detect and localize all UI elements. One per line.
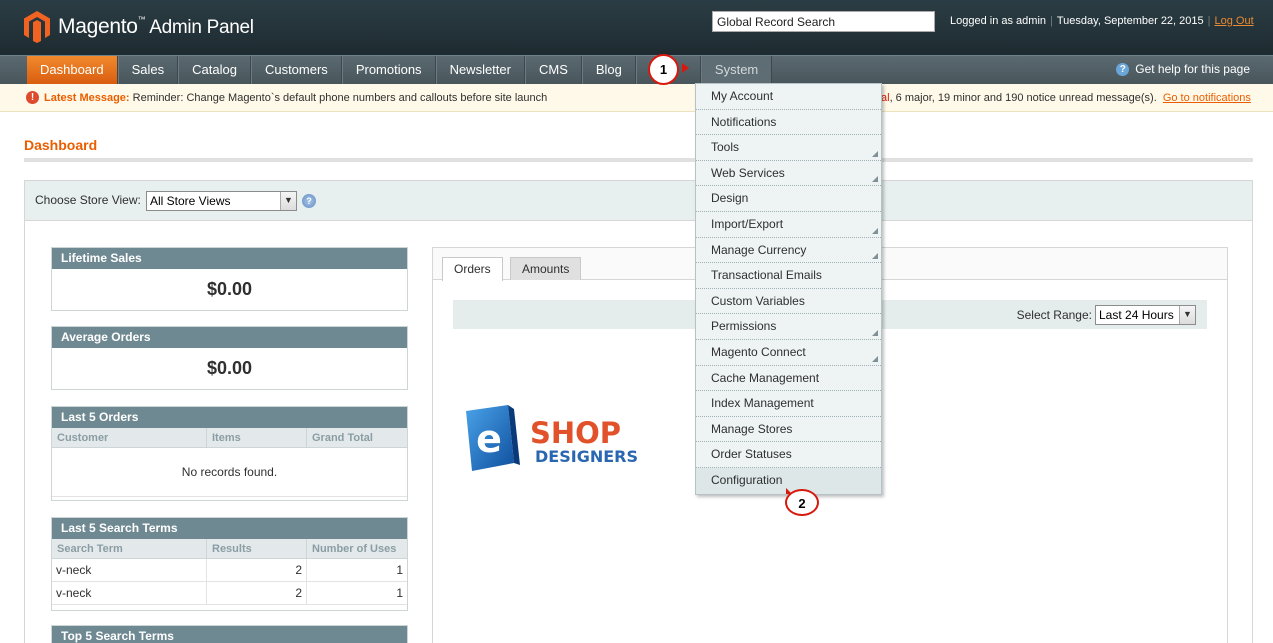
range-select[interactable]: Last 24 Hours ▼	[1095, 305, 1196, 325]
table-row[interactable]: v-neck 2 1	[52, 559, 407, 582]
callout-pointer-icon	[682, 63, 689, 73]
nav-sales[interactable]: Sales	[117, 56, 179, 84]
menu-item-magento-connect[interactable]: Magento Connect	[696, 340, 881, 366]
magento-logo[interactable]: Magento™ Admin Panel	[24, 11, 254, 43]
grid-header: Customer Items Grand Total	[52, 428, 407, 448]
widget-title: Last 5 Orders	[52, 407, 407, 428]
header: Magento™ Admin Panel Logged in as admin|…	[0, 0, 1273, 55]
menu-item-web-services[interactable]: Web Services	[696, 161, 881, 187]
info-icon[interactable]: ?	[302, 194, 316, 208]
header-date: Tuesday, September 22, 2015	[1056, 15, 1204, 27]
nav-blog[interactable]: Blog	[581, 56, 636, 84]
store-view-select[interactable]: All Store Views ▼	[146, 191, 297, 211]
svg-text:e: e	[476, 417, 502, 461]
menu-item-manage-currency[interactable]: Manage Currency	[696, 238, 881, 264]
cell-results: 2	[207, 559, 307, 581]
alert-icon: !	[26, 91, 39, 104]
menu-item-notifications[interactable]: Notifications	[696, 110, 881, 136]
step-2-callout: 2	[785, 489, 819, 516]
lifetime-sales-value: $0.00	[206, 279, 253, 299]
column-number-of-uses[interactable]: Number of Uses	[307, 539, 407, 558]
menu-item-import-export[interactable]: Import/Export	[696, 212, 881, 238]
page-title: Dashboard	[24, 137, 98, 153]
nav-newsletter[interactable]: Newsletter	[435, 56, 525, 84]
last-orders-widget: Last 5 Orders Customer Items Grand Total…	[51, 406, 408, 501]
tab-amounts[interactable]: Amounts	[510, 257, 582, 280]
column-results[interactable]: Results	[207, 539, 307, 558]
submenu-arrow-icon	[872, 253, 878, 260]
cell-term: v-neck	[52, 582, 207, 604]
menu-item-design[interactable]: Design	[696, 186, 881, 212]
help-label: Get help for this page	[1135, 62, 1250, 76]
column-search-term[interactable]: Search Term	[52, 539, 207, 558]
nav-dashboard[interactable]: Dashboard	[27, 56, 118, 84]
logged-in-text: Logged in as admin	[950, 15, 1047, 27]
submenu-arrow-icon	[872, 176, 878, 183]
cell-uses: 1	[396, 586, 403, 600]
nav-catalog[interactable]: Catalog	[178, 56, 251, 84]
grid-header: Search Term Results Number of Uses	[52, 539, 407, 559]
nav-customers[interactable]: Customers	[250, 56, 342, 84]
submenu-arrow-icon	[872, 150, 878, 157]
nav-promotions[interactable]: Promotions	[341, 56, 436, 84]
submenu-arrow-icon	[872, 355, 878, 362]
help-icon: ?	[1116, 62, 1130, 76]
logout-link[interactable]: Log Out	[1215, 15, 1254, 27]
svg-text:SHOP: SHOP	[530, 416, 621, 450]
menu-item-transactional-emails[interactable]: Transactional Emails	[696, 263, 881, 289]
nav-system[interactable]: System	[700, 56, 773, 84]
submenu-arrow-icon	[872, 227, 878, 234]
system-dropdown-menu: My Account Notifications Tools Web Servi…	[695, 83, 882, 495]
menu-item-my-account[interactable]: My Account	[696, 84, 881, 110]
global-record-search-input[interactable]	[712, 11, 935, 32]
average-orders-widget: Average Orders $0.00	[51, 326, 408, 390]
logo-text: Magento™ Admin Panel	[58, 15, 254, 38]
main-nav: Dashboard Sales Catalog Customers Promot…	[0, 55, 1273, 84]
widget-title: Top 5 Search Terms	[52, 626, 407, 643]
widget-title: Average Orders	[52, 327, 407, 348]
menu-item-order-statuses[interactable]: Order Statuses	[696, 442, 881, 468]
top-search-terms-widget: Top 5 Search Terms	[51, 625, 408, 643]
widget-title: Lifetime Sales	[52, 248, 407, 269]
menu-item-manage-stores[interactable]: Manage Stores	[696, 417, 881, 443]
select-range-label: Select Range:	[1016, 308, 1092, 322]
menu-item-permissions[interactable]: Permissions	[696, 314, 881, 340]
store-view-label: Choose Store View:	[35, 193, 141, 207]
title-divider	[24, 158, 1253, 162]
header-user-info: Logged in as admin | Tuesday, September 22…	[950, 15, 1254, 27]
menu-item-cache-management[interactable]: Cache Management	[696, 366, 881, 392]
no-records-text: No records found.	[52, 448, 407, 497]
column-grand-total[interactable]: Grand Total	[307, 428, 407, 447]
magento-logo-icon	[24, 11, 50, 43]
step-1-callout: 1	[648, 54, 679, 85]
store-switcher-bar: Choose Store View: All Store Views ▼ ?	[25, 181, 1252, 221]
widget-title: Last 5 Search Terms	[52, 518, 407, 539]
message-counts: tical, 6 major, 19 minor and 190 notice …	[870, 92, 1251, 104]
cell-results: 2	[207, 582, 307, 604]
last-search-terms-widget: Last 5 Search Terms Search Term Results …	[51, 517, 408, 611]
lifetime-sales-widget: Lifetime Sales $0.00	[51, 247, 408, 311]
column-customer[interactable]: Customer	[52, 428, 207, 447]
cell-uses: 1	[396, 563, 403, 577]
svg-text:DESIGNERS: DESIGNERS	[535, 447, 638, 466]
submenu-arrow-icon	[872, 329, 878, 336]
cell-term: v-neck	[52, 559, 207, 581]
latest-message: Latest Message: Reminder: Change Magento…	[44, 92, 548, 104]
nav-cms[interactable]: CMS	[524, 56, 582, 84]
go-to-notifications-link[interactable]: Go to notifications	[1163, 92, 1251, 104]
column-items[interactable]: Items	[207, 428, 307, 447]
shop-designers-logo: e SHOP DESIGNERS	[466, 405, 638, 471]
menu-item-index-management[interactable]: Index Management	[696, 391, 881, 417]
menu-item-custom-variables[interactable]: Custom Variables	[696, 289, 881, 315]
dashboard-container: Choose Store View: All Store Views ▼ ? Li…	[24, 180, 1253, 643]
menu-item-tools[interactable]: Tools	[696, 135, 881, 161]
chevron-down-icon: ▼	[1179, 306, 1195, 324]
chevron-down-icon: ▼	[280, 192, 296, 210]
table-row[interactable]: v-neck 2 1	[52, 582, 407, 605]
help-link[interactable]: ? Get help for this page	[1116, 62, 1250, 76]
message-bar: ! Latest Message: Reminder: Change Magen…	[0, 84, 1273, 112]
average-orders-value: $0.00	[206, 358, 253, 378]
tab-orders[interactable]: Orders	[442, 257, 503, 281]
